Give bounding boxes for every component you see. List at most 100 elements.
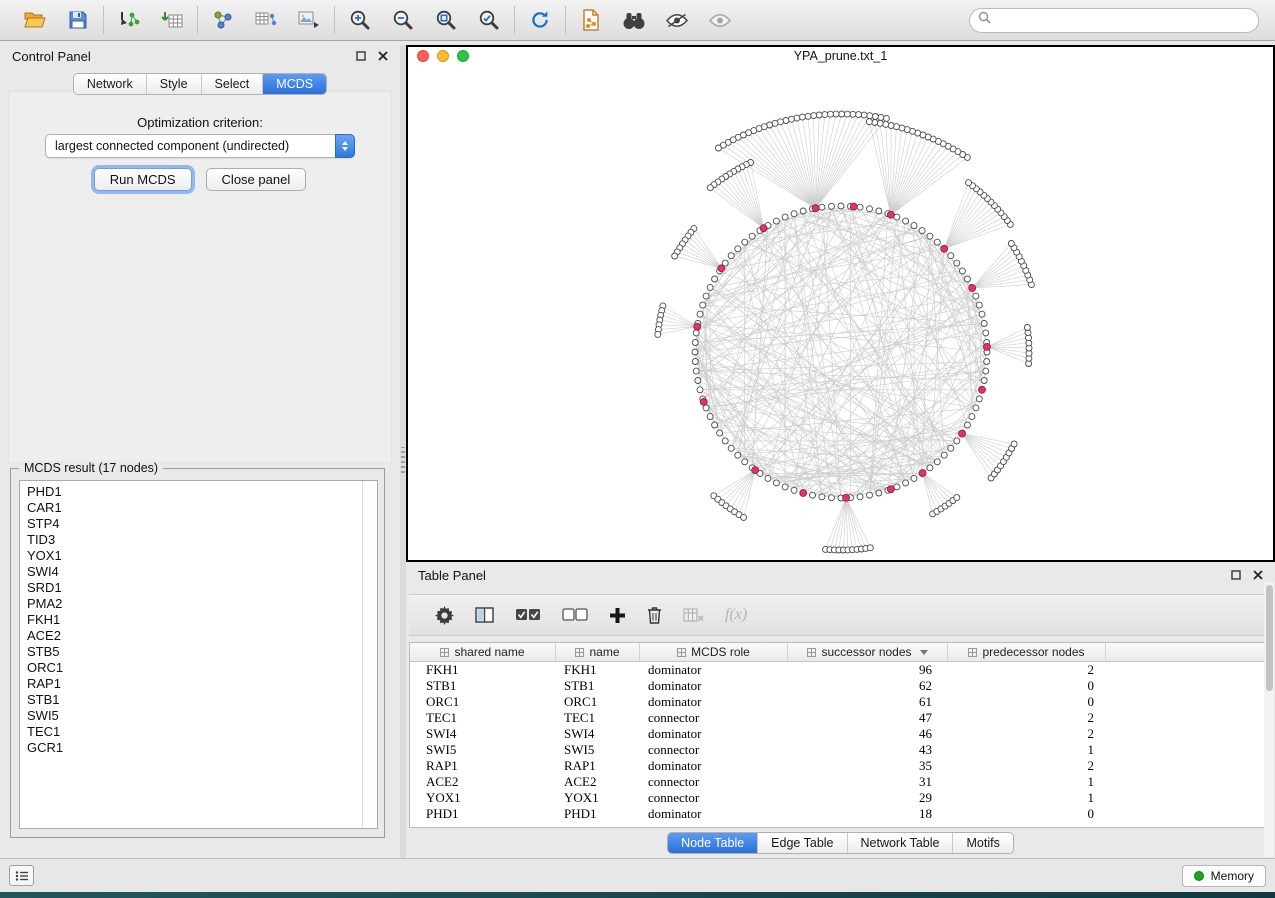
control-panel: Control Panel NetworkStyleSelectMCDS Opt… bbox=[0, 45, 400, 858]
criterion-dropdown-value: largest connected component (undirected) bbox=[46, 139, 336, 153]
float-panel-icon[interactable] bbox=[356, 49, 366, 64]
table-settings-gear-icon[interactable] bbox=[435, 606, 454, 625]
mac-close-button[interactable] bbox=[417, 50, 429, 62]
tab-style[interactable]: Style bbox=[147, 74, 202, 94]
mcds-result-item[interactable]: SRD1 bbox=[27, 580, 377, 596]
table-tab-node-table[interactable]: Node Table bbox=[668, 833, 758, 853]
mcds-result-item[interactable]: STB1 bbox=[27, 692, 377, 708]
import-network-icon[interactable] bbox=[115, 6, 143, 34]
column-header-name[interactable]: name bbox=[556, 643, 640, 661]
mcds-result-item[interactable]: ACE2 bbox=[27, 628, 377, 644]
open-file-icon[interactable] bbox=[21, 6, 49, 34]
deselect-all-icon[interactable] bbox=[562, 608, 588, 622]
table-tab-edge-table[interactable]: Edge Table bbox=[758, 833, 847, 853]
column-header-shared-name[interactable]: shared name bbox=[410, 643, 556, 661]
float-table-panel-icon[interactable] bbox=[1231, 568, 1241, 583]
table-row[interactable]: SWI4SWI4dominator462 bbox=[410, 726, 1271, 742]
tab-mcds[interactable]: MCDS bbox=[263, 74, 326, 94]
apply-layout-icon[interactable] bbox=[526, 6, 554, 34]
table-row[interactable]: SWI5SWI5connector431 bbox=[410, 742, 1271, 758]
table-cell: 2 bbox=[948, 662, 1106, 678]
memory-status-icon bbox=[1194, 871, 1204, 881]
table-scrollbar[interactable] bbox=[1264, 582, 1274, 857]
mcds-result-item[interactable]: FKH1 bbox=[27, 612, 377, 628]
mcds-result-item[interactable]: SWI4 bbox=[27, 564, 377, 580]
zoom-selected-icon[interactable] bbox=[475, 6, 503, 34]
export-image-icon[interactable] bbox=[295, 6, 323, 34]
table-row[interactable]: TEC1TEC1connector472 bbox=[410, 710, 1271, 726]
table-row[interactable]: STB1STB1dominator620 bbox=[410, 678, 1271, 694]
table-row[interactable]: ACE2ACE2connector311 bbox=[410, 774, 1271, 790]
column-header-successor-nodes[interactable]: successor nodes bbox=[788, 643, 948, 661]
mac-minimize-button[interactable] bbox=[437, 50, 449, 62]
memory-button[interactable]: Memory bbox=[1182, 865, 1266, 887]
table-cell: 96 bbox=[788, 662, 948, 678]
graphics-details-icon[interactable] bbox=[663, 6, 691, 34]
select-all-icon[interactable] bbox=[515, 608, 541, 622]
save-session-icon[interactable] bbox=[64, 6, 92, 34]
table-cell: STB1 bbox=[410, 678, 556, 694]
mcds-result-item[interactable]: RAP1 bbox=[27, 676, 377, 692]
function-builder-icon[interactable]: f(x) bbox=[725, 606, 747, 624]
search-box[interactable] bbox=[969, 8, 1259, 33]
mcds-result-item[interactable]: SWI5 bbox=[27, 708, 377, 724]
column-header-MCDS-role[interactable]: MCDS role bbox=[640, 643, 788, 661]
tab-network[interactable]: Network bbox=[74, 74, 147, 94]
delete-column-icon[interactable] bbox=[647, 606, 662, 624]
show-hide-eye-icon[interactable] bbox=[706, 6, 734, 34]
mcds-result-item[interactable]: STB5 bbox=[27, 644, 377, 660]
close-panel-button[interactable]: Close panel bbox=[206, 168, 307, 191]
mcds-result-item[interactable]: YOX1 bbox=[27, 548, 377, 564]
zoom-fit-icon[interactable] bbox=[432, 6, 460, 34]
table-cell: YOX1 bbox=[410, 790, 556, 806]
mcds-result-item[interactable]: TEC1 bbox=[27, 724, 377, 740]
table-tab-network-table[interactable]: Network Table bbox=[848, 833, 954, 853]
mcds-result-item[interactable]: CAR1 bbox=[27, 500, 377, 516]
export-document-icon[interactable] bbox=[577, 6, 605, 34]
network-canvas[interactable] bbox=[408, 64, 1273, 560]
table-row[interactable]: YOX1YOX1connector291 bbox=[410, 790, 1271, 806]
criterion-dropdown[interactable]: largest connected component (undirected) bbox=[45, 134, 355, 158]
tab-select[interactable]: Select bbox=[202, 74, 264, 94]
table-row[interactable]: ORC1ORC1dominator610 bbox=[410, 694, 1271, 710]
show-columns-icon[interactable] bbox=[475, 607, 494, 623]
add-column-icon[interactable] bbox=[609, 607, 626, 624]
network-from-table-icon[interactable] bbox=[252, 6, 280, 34]
task-history-button[interactable] bbox=[9, 865, 34, 886]
mcds-result-item[interactable]: PMA2 bbox=[27, 596, 377, 612]
table-header-row: shared name name MCDS rolesuccessor nodesp… bbox=[410, 643, 1271, 662]
table-cell: 31 bbox=[788, 774, 948, 790]
clear-table-icon[interactable] bbox=[683, 608, 704, 622]
close-panel-icon[interactable] bbox=[378, 49, 388, 64]
table-row[interactable]: FKH1FKH1dominator962 bbox=[410, 662, 1271, 678]
sort-chevron-icon[interactable] bbox=[920, 650, 928, 655]
table-tab-motifs[interactable]: Motifs bbox=[953, 833, 1012, 853]
import-table-icon[interactable] bbox=[158, 6, 186, 34]
zoom-in-icon[interactable] bbox=[346, 6, 374, 34]
network-group bbox=[198, 6, 334, 34]
table-cell: 2 bbox=[948, 758, 1106, 774]
table-toolbar: f(x) bbox=[409, 594, 1272, 636]
mcds-result-item[interactable]: STP4 bbox=[27, 516, 377, 532]
network-window-titlebar[interactable]: YPA_prune.txt_1 bbox=[408, 47, 1273, 64]
mcds-result-item[interactable]: ORC1 bbox=[27, 660, 377, 676]
search-icon bbox=[978, 11, 991, 29]
run-mcds-button[interactable]: Run MCDS bbox=[94, 168, 192, 191]
table-panel-tabs: Node TableEdge TableNetwork TableMotifs bbox=[667, 832, 1014, 854]
mac-zoom-button[interactable] bbox=[457, 50, 469, 62]
column-label: name bbox=[589, 645, 619, 659]
mcds-result-item[interactable]: TID3 bbox=[27, 532, 377, 548]
close-table-panel-icon[interactable] bbox=[1253, 568, 1263, 583]
table-scrollbar-thumb[interactable] bbox=[1266, 585, 1273, 691]
zoom-out-icon[interactable] bbox=[389, 6, 417, 34]
table-cell: 2 bbox=[948, 710, 1106, 726]
new-network-icon[interactable] bbox=[209, 6, 237, 34]
table-row[interactable]: PHD1PHD1dominator180 bbox=[410, 806, 1271, 822]
table-row[interactable]: RAP1RAP1dominator352 bbox=[410, 758, 1271, 774]
mcds-result-item[interactable]: GCR1 bbox=[27, 740, 377, 756]
column-header-predecessor-nodes[interactable]: predecessor nodes bbox=[948, 643, 1106, 661]
mcds-list-scrollbar[interactable] bbox=[362, 481, 375, 828]
binoculars-icon[interactable] bbox=[620, 6, 648, 34]
mcds-result-item[interactable]: PHD1 bbox=[27, 484, 377, 500]
search-input[interactable] bbox=[997, 13, 1250, 27]
